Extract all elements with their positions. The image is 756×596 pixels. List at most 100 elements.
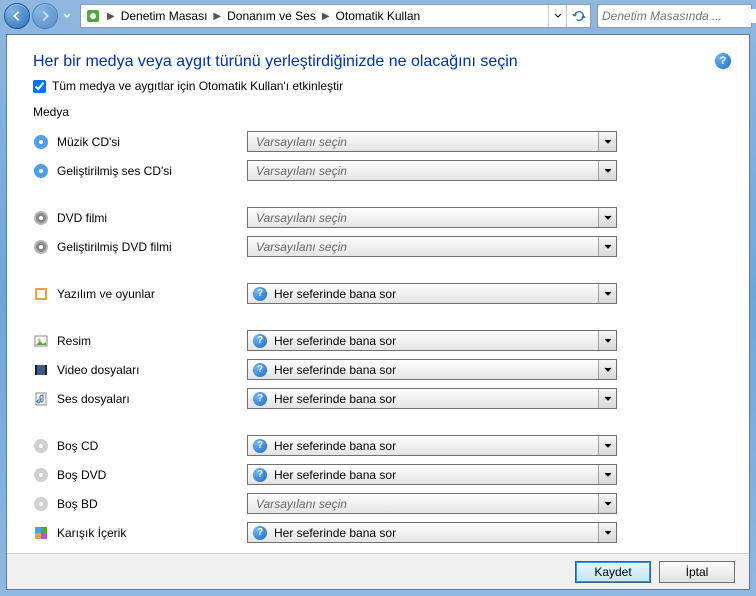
navigation-bar: ▶ Denetim Masası ▶ Donanım ve Ses ▶ Otom… [0, 0, 756, 32]
media-row: Boş DVD? Her seferinde bana sor [33, 460, 723, 489]
chevron-right-icon: ▶ [320, 11, 332, 22]
chevron-down-icon [598, 161, 616, 180]
refresh-icon [572, 9, 586, 23]
back-button[interactable] [4, 3, 30, 29]
video-icon [33, 362, 49, 378]
control-panel-icon [83, 6, 103, 26]
question-icon: ? [252, 391, 268, 407]
media-label: Boş BD [57, 497, 247, 511]
chevron-down-icon [598, 331, 616, 350]
question-icon: ? [252, 438, 268, 454]
chevron-right-icon: ▶ [105, 11, 117, 22]
search-input[interactable] [598, 9, 756, 23]
combo-value: Varsayılanı seçin [248, 135, 598, 149]
search-box [597, 4, 752, 28]
disc-silver-icon [33, 496, 49, 512]
media-row: Karışık İçerik?Her seferinde bana sor [33, 518, 723, 547]
chevron-down-icon [598, 237, 616, 256]
media-label: Yazılım ve oyunlar [57, 287, 247, 301]
row-gap [33, 185, 723, 203]
media-label: Geliştirilmiş ses CD'si [57, 164, 247, 178]
arrow-right-icon [38, 9, 52, 23]
mixed-icon [33, 525, 49, 541]
media-action-combo[interactable]: Varsayılanı seçin [247, 160, 617, 181]
media-action-combo[interactable]: Varsayılanı seçin [247, 236, 617, 257]
address-dropdown[interactable] [548, 5, 566, 27]
chevron-down-icon [598, 360, 616, 379]
footer: Kaydet İptal [7, 553, 749, 589]
enable-autoplay-label[interactable]: Tüm medya ve aygıtlar için Otomatik Kull… [52, 79, 343, 93]
save-button[interactable]: Kaydet [575, 561, 651, 583]
combo-value: Her seferinde bana sor [272, 439, 598, 453]
question-icon: ? [252, 362, 268, 378]
chevron-down-icon [598, 465, 616, 484]
disc-dvd-icon [33, 210, 49, 226]
row-gap [33, 413, 723, 431]
chevron-down-icon [554, 12, 562, 20]
media-action-combo[interactable]: ? Her seferinde bana sor [247, 435, 617, 456]
software-icon [33, 286, 49, 302]
disc-silver-icon [33, 467, 49, 483]
chevron-down-icon [598, 494, 616, 513]
media-action-combo[interactable]: Varsayılanı seçin [247, 493, 617, 514]
media-row: Resim?Her seferinde bana sor [33, 326, 723, 355]
breadcrumb: ▶ Denetim Masası ▶ Donanım ve Ses ▶ Otom… [105, 6, 548, 26]
question-icon: ? [252, 286, 268, 302]
chevron-down-icon [598, 389, 616, 408]
media-row: Ses dosyaları?Her seferinde bana sor [33, 384, 723, 413]
combo-value: Her seferinde bana sor [272, 334, 598, 348]
media-label: Video dosyaları [57, 363, 247, 377]
refresh-button[interactable] [566, 5, 590, 27]
media-action-combo[interactable]: ? Her seferinde bana sor [247, 283, 617, 304]
media-row: Video dosyaları? Her seferinde bana sor [33, 355, 723, 384]
breadcrumb-item[interactable]: Denetim Masası [117, 6, 212, 26]
combo-value: Varsayılanı seçin [248, 211, 598, 225]
disc-silver-icon [33, 438, 49, 454]
chevron-down-icon [63, 12, 71, 20]
row-gap [33, 308, 723, 326]
combo-value: Her seferinde bana sor [272, 287, 598, 301]
question-icon: ? [252, 467, 268, 483]
page-title: Her bir medya veya aygıt türünü yerleşti… [33, 53, 723, 71]
media-row: Boş BDVarsayılanı seçin [33, 489, 723, 518]
row-gap [33, 261, 723, 279]
media-action-combo[interactable]: ?Her seferinde bana sor [247, 522, 617, 543]
media-action-combo[interactable]: Varsayılanı seçin [247, 207, 617, 228]
media-action-combo[interactable]: Varsayılanı seçin [247, 131, 617, 152]
media-label: Geliştirilmiş DVD filmi [57, 240, 247, 254]
media-label: Ses dosyaları [57, 392, 247, 406]
help-button[interactable]: ? [715, 53, 731, 69]
combo-value: Varsayılanı seçin [248, 497, 598, 511]
chevron-down-icon [598, 523, 616, 542]
cancel-button[interactable]: İptal [659, 561, 735, 583]
enable-autoplay-checkbox[interactable] [33, 80, 46, 93]
forward-button[interactable] [32, 3, 58, 29]
media-label: Müzik CD'si [57, 135, 247, 149]
chevron-down-icon [598, 436, 616, 455]
disc-dvd-icon [33, 239, 49, 255]
breadcrumb-item[interactable]: Otomatik Kullan [332, 6, 425, 26]
media-label: Boş CD [57, 439, 247, 453]
combo-value: Her seferinde bana sor [272, 363, 598, 377]
address-bar[interactable]: ▶ Denetim Masası ▶ Donanım ve Ses ▶ Otom… [80, 4, 591, 28]
breadcrumb-item[interactable]: Donanım ve Ses [223, 6, 320, 26]
media-label: DVD filmi [57, 211, 247, 225]
arrow-left-icon [10, 9, 24, 23]
media-row: Geliştirilmiş DVD filmiVarsayılanı seçin [33, 232, 723, 261]
enable-autoplay-row: Tüm medya ve aygıtlar için Otomatik Kull… [33, 79, 723, 93]
combo-value: Her seferinde bana sor [272, 468, 598, 482]
history-dropdown[interactable] [60, 3, 74, 29]
disc-blue-icon [33, 134, 49, 150]
media-label: Boş DVD [57, 468, 247, 482]
media-action-combo[interactable]: ? Her seferinde bana sor [247, 464, 617, 485]
media-action-combo[interactable]: ? Her seferinde bana sor [247, 359, 617, 380]
media-action-combo[interactable]: ?Her seferinde bana sor [247, 388, 617, 409]
chevron-down-icon [598, 284, 616, 303]
media-action-combo[interactable]: ?Her seferinde bana sor [247, 330, 617, 351]
media-list: Müzik CD'siVarsayılanı seçinGeliştirilmi… [33, 127, 723, 547]
media-row: DVD filmiVarsayılanı seçin [33, 203, 723, 232]
combo-value: Varsayılanı seçin [248, 164, 598, 178]
combo-value: Varsayılanı seçin [248, 240, 598, 254]
content-body: ? Her bir medya veya aygıt türünü yerleş… [7, 35, 749, 553]
media-row: Geliştirilmiş ses CD'siVarsayılanı seçin [33, 156, 723, 185]
